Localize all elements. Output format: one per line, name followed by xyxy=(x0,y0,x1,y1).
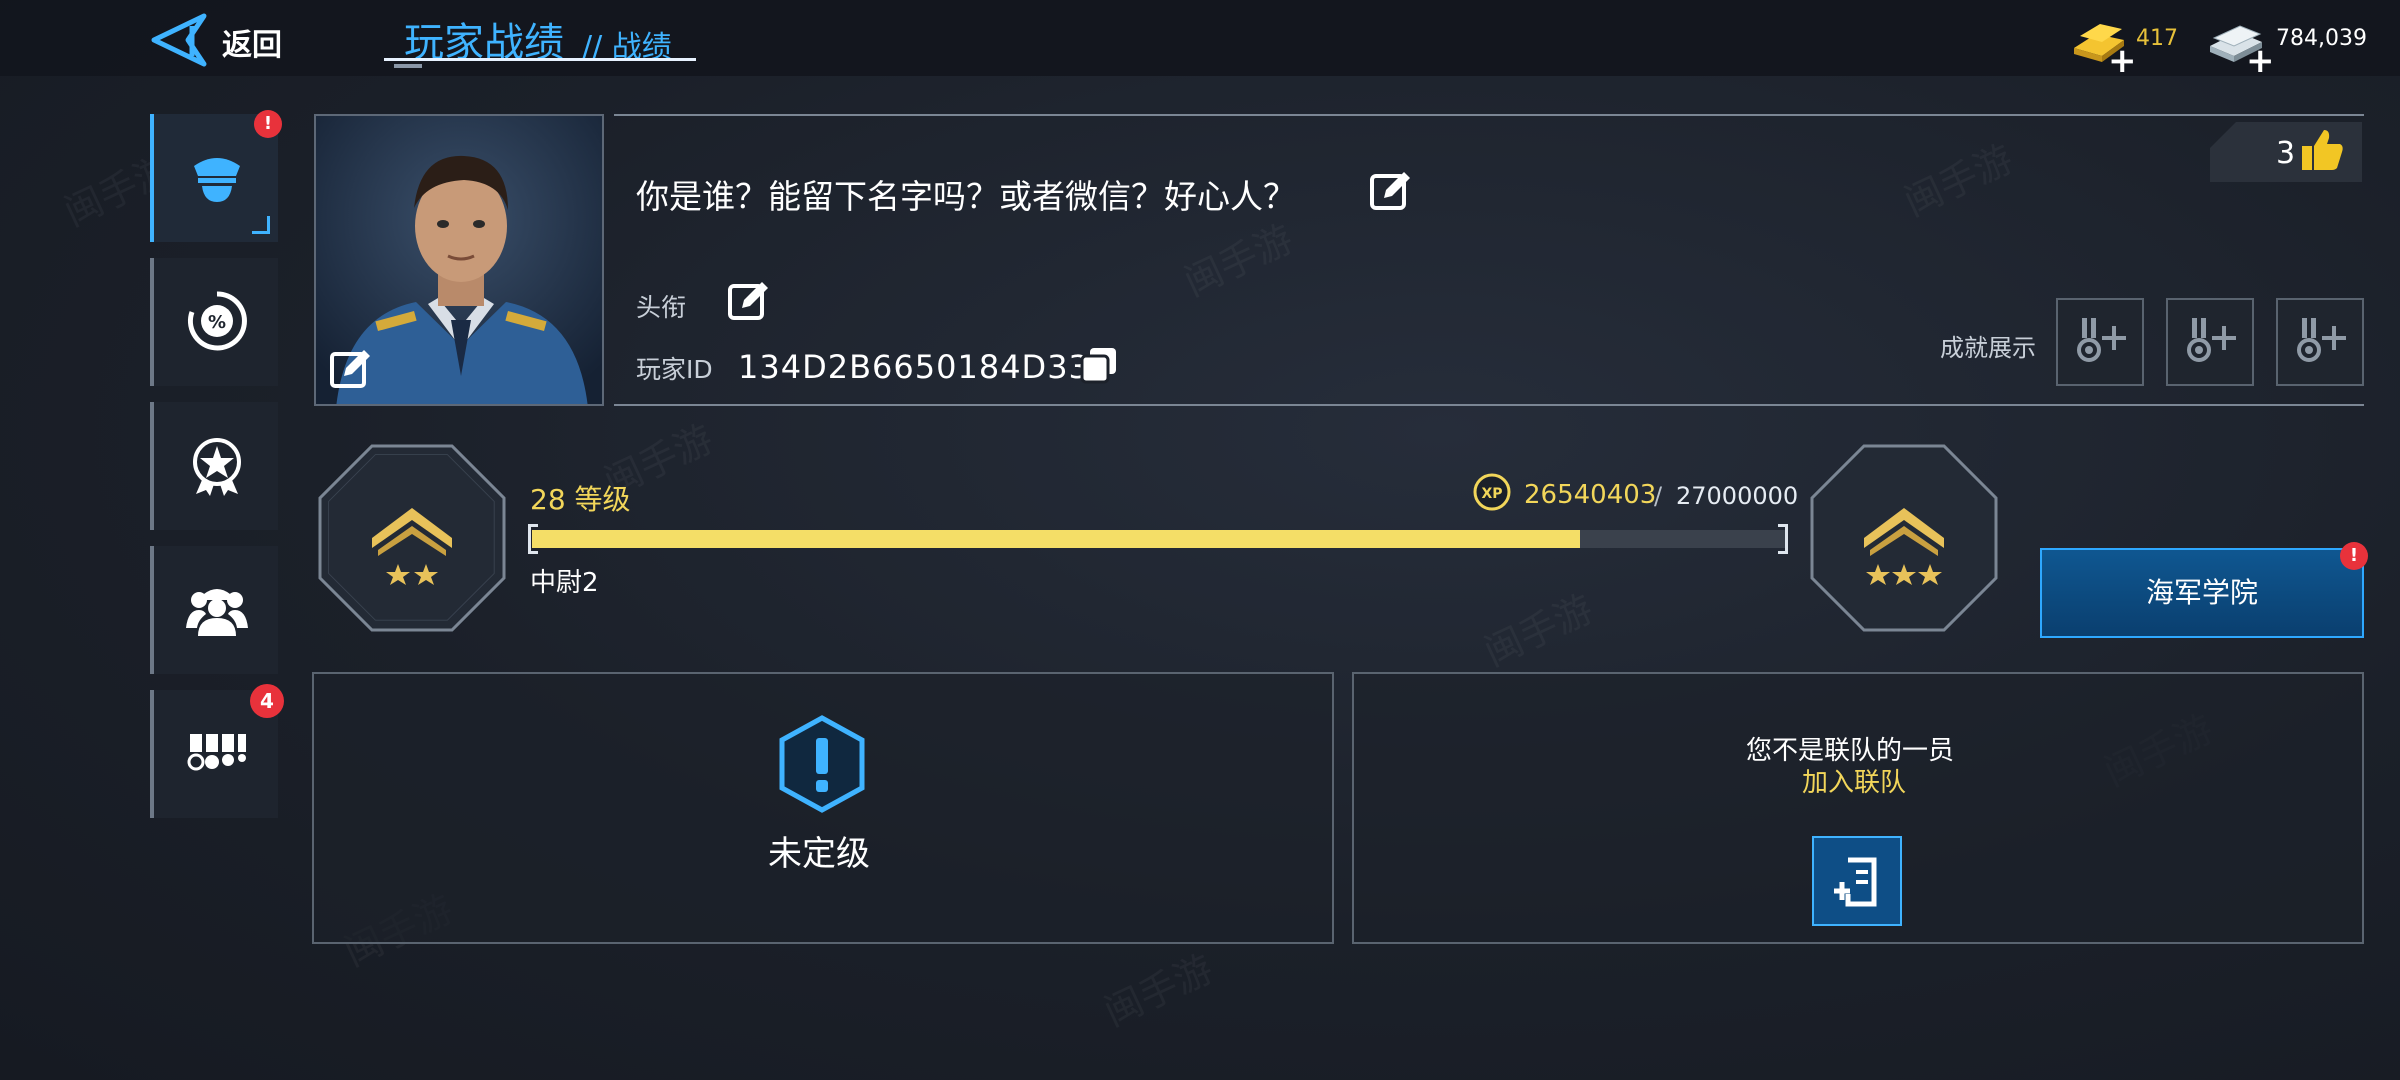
join-alliance-button[interactable] xyxy=(1812,836,1902,926)
cash-amount: 784,039 xyxy=(2276,26,2367,51)
achievement-slot[interactable] xyxy=(2276,298,2364,386)
active-corner-mark xyxy=(252,216,270,234)
add-medal-icon xyxy=(2077,318,2126,362)
sidebar-item-medals[interactable] xyxy=(150,402,278,530)
rank-name: 中尉2 xyxy=(530,568,599,598)
add-medal-icon xyxy=(2187,318,2236,362)
notification-badge: 4 xyxy=(250,684,284,718)
copy-icon[interactable] xyxy=(1080,346,1118,384)
xp-separator: / xyxy=(1654,482,1663,510)
achievement-slot[interactable] xyxy=(2166,298,2254,386)
edit-avatar-icon[interactable] xyxy=(328,346,374,392)
naval-academy-button[interactable]: 海军学院 xyxy=(2040,548,2364,638)
gold-amount: 417 xyxy=(2136,26,2178,51)
star-medal-icon xyxy=(193,438,241,496)
title-label: 头衔 xyxy=(636,293,687,322)
xp-max: 27000000 xyxy=(1676,482,1799,510)
xp-progress-fill xyxy=(532,530,1580,548)
back-button[interactable]: 返回 xyxy=(222,20,282,64)
player-id-label: 玩家ID xyxy=(636,355,713,384)
profile-top-border xyxy=(614,114,2364,116)
notification-badge: ! xyxy=(254,110,282,138)
add-medal-icon xyxy=(2297,318,2346,362)
sidebar-item-crew[interactable] xyxy=(150,546,278,674)
like-count: 3 xyxy=(2276,136,2296,171)
title-underline xyxy=(384,58,696,61)
achievement-label: 成就展示 xyxy=(1940,334,2036,362)
join-alliance-link[interactable]: 加入联队 xyxy=(1802,762,1906,799)
percent-gauge-icon: % xyxy=(187,291,247,351)
add-gold-button[interactable]: + xyxy=(2108,44,2137,78)
xp-current: 26540403 xyxy=(1524,480,1657,510)
achievement-slot[interactable] xyxy=(2056,298,2144,386)
player-id-value: 134D2B6650184D33 xyxy=(738,348,1090,386)
svg-text:%: % xyxy=(208,312,226,333)
alert-hexagon-icon xyxy=(779,715,865,813)
add-cash-button[interactable]: + xyxy=(2246,44,2275,78)
back-icon[interactable] xyxy=(148,12,210,68)
player-level: 28 等级 xyxy=(530,483,631,516)
crew-icon xyxy=(186,589,248,636)
join-form-icon xyxy=(1834,857,1877,907)
xp-icon: XP xyxy=(1473,473,1511,511)
progress-bracket-right xyxy=(1778,524,1788,554)
sidebar-item-stats[interactable]: % xyxy=(150,258,278,386)
ranked-status: 未定级 xyxy=(768,834,870,874)
current-rank-insignia-icon xyxy=(318,444,506,632)
title-underline-tick xyxy=(394,64,422,68)
notification-badge: ! xyxy=(2340,542,2368,570)
top-bar xyxy=(0,0,2400,76)
edit-signature-icon[interactable] xyxy=(1368,168,1414,214)
thumbs-up-icon[interactable] xyxy=(2300,128,2344,172)
profile-bottom-border xyxy=(614,404,2364,406)
officer-cap-icon xyxy=(194,158,240,202)
ribbons-icon xyxy=(187,734,246,771)
next-rank-insignia-icon xyxy=(1810,444,1998,632)
player-signature: 你是谁？能留下名字吗？或者微信？好心人？ xyxy=(636,177,1296,216)
progress-bracket-left xyxy=(528,524,538,554)
svg-text:XP: XP xyxy=(1481,486,1502,502)
edit-title-icon[interactable] xyxy=(726,278,772,324)
